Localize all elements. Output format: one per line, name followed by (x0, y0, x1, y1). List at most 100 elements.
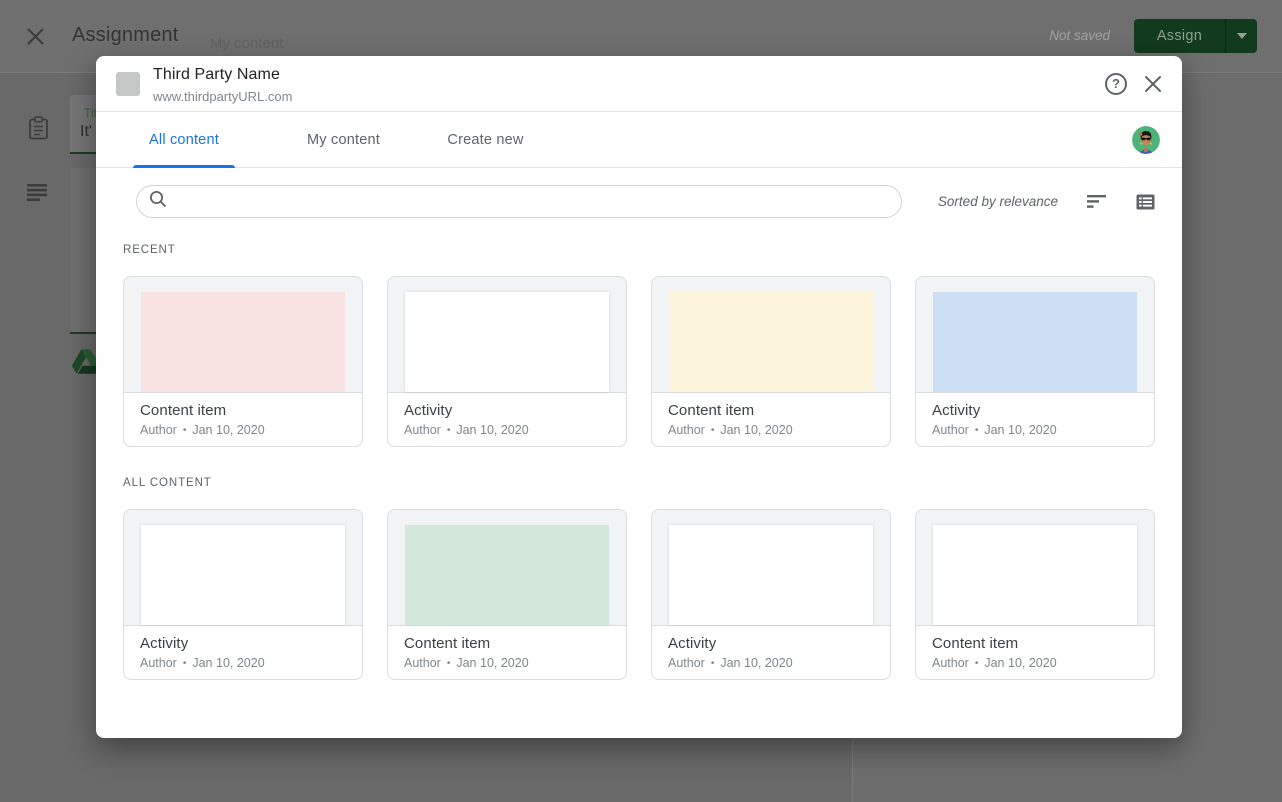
section-label: ALL CONTENT (123, 477, 1155, 489)
meta-dot-separator: • (183, 658, 187, 669)
sort-icon[interactable] (1087, 194, 1107, 209)
card-date: Jan 10, 2020 (456, 423, 528, 437)
meta-dot-separator: • (975, 425, 979, 436)
card-title: Content item (932, 635, 1138, 652)
content-card[interactable]: Content item Author • Jan 10, 2020 (915, 509, 1155, 680)
provider-name: Third Party Name (153, 66, 280, 84)
meta-dot-separator: • (711, 425, 715, 436)
meta-dot-separator: • (711, 658, 715, 669)
card-thumbnail (141, 525, 345, 625)
content-card[interactable]: Activity Author • Jan 10, 2020 (915, 276, 1155, 447)
assign-split-button[interactable]: Assign (1134, 19, 1257, 53)
description-lines-icon (27, 184, 48, 206)
card-grid: Activity Author • Jan 10, 2020 Content item A… (123, 509, 1155, 680)
content-card[interactable]: ActivityAuthor•Jan 10, 2020 (651, 509, 891, 680)
card-date: Jan 10, 2020 (984, 656, 1056, 670)
content-sections: RECENTContent itemAuthor•Jan 10, 2020Act… (123, 244, 1155, 680)
card-author: Author (668, 423, 705, 437)
card-title: Content item (668, 402, 874, 419)
content-card[interactable]: Content itemAuthor•Jan 10, 2020 (387, 509, 627, 680)
meta-dot-separator: • (447, 425, 451, 436)
section-label: RECENT (123, 244, 1155, 256)
meta-dot-separator: • (183, 425, 187, 436)
close-icon[interactable] (1143, 74, 1163, 94)
card-thumbnail (933, 525, 1137, 625)
card-author: Author (668, 656, 705, 670)
save-status-text: Not saved (1049, 28, 1110, 43)
card-thumbnail-area (652, 277, 890, 392)
content-card[interactable]: Content item Author • Jan 10, 2020 (123, 276, 363, 447)
card-meta: Author • Jan 10, 2020 (404, 656, 610, 670)
search-row: Sorted by relevance (123, 185, 1155, 219)
card-meta: Author • Jan 10, 2020 (932, 423, 1138, 437)
assignment-clipboard-icon (28, 116, 49, 145)
card-thumbnail (141, 292, 345, 392)
ghost-tab-label: My content (210, 35, 283, 52)
help-icon[interactable] (1105, 73, 1127, 95)
assign-button[interactable]: Assign (1134, 19, 1225, 53)
card-thumbnail (933, 292, 1137, 392)
meta-dot-separator: • (975, 658, 979, 669)
third-party-picker-dialog: Third Party Name www.thirdpartyURL.com A… (96, 56, 1182, 738)
meta-dot-separator: • (447, 658, 451, 669)
card-date: Jan 10, 2020 (720, 656, 792, 670)
card-footer: Content item Author • Jan 10, 2020 (652, 392, 890, 437)
card-footer: Content item Author • Jan 10, 2020 (124, 392, 362, 437)
card-title: Content item (140, 402, 346, 419)
card-footer: Activity Author • Jan 10, 2020 (916, 392, 1154, 437)
tab-my-content[interactable]: My content (305, 112, 382, 168)
card-author: Author (404, 423, 441, 437)
card-title: Activity (932, 402, 1138, 419)
sort-controls: Sorted by relevance (938, 185, 1155, 218)
card-footer: ActivityAuthor•Jan 10, 2020 (388, 392, 626, 437)
card-thumbnail-area (388, 510, 626, 625)
card-thumbnail (669, 525, 873, 625)
tab-create-new[interactable]: Create new (446, 112, 525, 168)
card-author: Author (140, 656, 177, 670)
page-title: Assignment (72, 24, 179, 47)
card-date: Jan 10, 2020 (192, 656, 264, 670)
card-date: Jan 10, 2020 (192, 423, 264, 437)
title-field-value: It' (80, 123, 92, 141)
card-author: Author (404, 656, 441, 670)
card-date: Jan 10, 2020 (456, 656, 528, 670)
card-footer: Content item Author • Jan 10, 2020 (916, 625, 1154, 670)
card-grid: Content itemAuthor•Jan 10, 2020ActivityA… (123, 276, 1155, 447)
card-thumbnail-area (916, 510, 1154, 625)
content-card[interactable]: Activity Author • Jan 10, 2020 (123, 509, 363, 680)
card-title: Activity (140, 635, 346, 652)
card-meta: Author • Jan 10, 2020 (140, 656, 346, 670)
tab-all-content[interactable]: All content (133, 112, 235, 168)
dialog-header: Third Party Name www.thirdpartyURL.com (96, 56, 1182, 112)
card-meta: Author • Jan 10, 2020 (668, 656, 874, 670)
search-box[interactable] (136, 185, 902, 218)
assign-dropdown-button[interactable] (1225, 19, 1257, 53)
card-thumbnail-area (388, 277, 626, 392)
card-author: Author (932, 656, 969, 670)
card-thumbnail-area (124, 510, 362, 625)
card-thumbnail (405, 525, 609, 625)
caret-down-icon (1237, 33, 1247, 39)
search-icon (149, 190, 167, 213)
card-thumbnail (405, 292, 609, 392)
card-author: Author (932, 423, 969, 437)
back-close-icon[interactable] (27, 28, 44, 45)
card-meta: Author • Jan 10, 2020 (404, 423, 610, 437)
card-meta: Author • Jan 10, 2020 (140, 423, 346, 437)
card-author: Author (140, 423, 177, 437)
dialog-header-actions (1105, 56, 1163, 112)
list-view-icon[interactable] (1136, 194, 1155, 210)
card-thumbnail-area (916, 277, 1154, 392)
card-date: Jan 10, 2020 (720, 423, 792, 437)
search-input[interactable] (177, 194, 889, 210)
title-field-label: Tit (84, 106, 97, 120)
card-date: Jan 10, 2020 (984, 423, 1056, 437)
card-footer: ActivityAuthor•Jan 10, 2020 (652, 625, 890, 670)
card-meta: Author • Jan 10, 2020 (932, 656, 1138, 670)
card-thumbnail-area (652, 510, 890, 625)
provider-logo-placeholder (116, 72, 140, 96)
user-avatar[interactable] (1132, 126, 1160, 154)
content-card[interactable]: ActivityAuthor•Jan 10, 2020 (387, 276, 627, 447)
content-card[interactable]: Content item Author • Jan 10, 2020 (651, 276, 891, 447)
card-meta: Author • Jan 10, 2020 (668, 423, 874, 437)
